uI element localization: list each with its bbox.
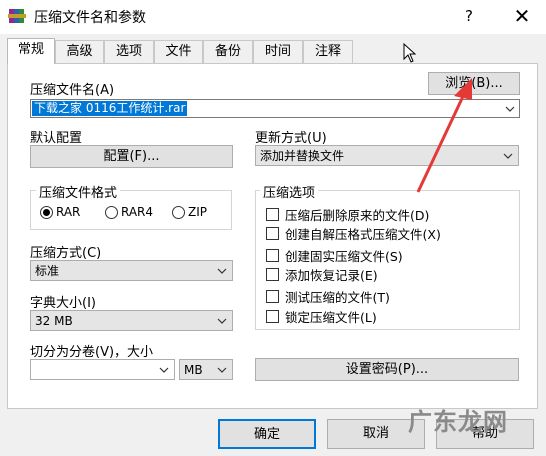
chevron-down-icon: [216, 311, 228, 330]
update-mode-label: 更新方式(U): [255, 131, 327, 146]
tab-general[interactable]: 常规: [7, 38, 55, 64]
checkbox-test-files[interactable]: 测试压缩的文件(T): [266, 287, 390, 306]
close-button[interactable]: ✕: [506, 4, 538, 28]
tab-time[interactable]: 时间: [253, 40, 303, 63]
tab-files[interactable]: 文件: [154, 40, 203, 63]
checkbox-label: 压缩后删除原来的文件(D): [285, 208, 430, 223]
tab-advanced[interactable]: 高级: [55, 40, 104, 63]
chevron-down-icon[interactable]: [505, 100, 515, 117]
default-profile-label: 默认配置: [30, 131, 83, 146]
checkbox-recovery-record[interactable]: 添加恢复记录(E): [266, 265, 378, 284]
split-volume-size-input[interactable]: [30, 359, 175, 380]
watermark: 广东龙网: [408, 408, 508, 436]
archive-name-label: 压缩文件名(A): [30, 83, 115, 98]
checkbox-label: 测试压缩的文件(T): [285, 290, 390, 305]
dictionary-size-label: 字典大小(I): [30, 296, 96, 311]
checkbox-label: 创建自解压格式压缩文件(X): [285, 227, 441, 242]
checkbox-icon: [266, 249, 279, 262]
radio-zip[interactable]: ZIP: [172, 205, 207, 219]
chevron-down-icon: [502, 146, 514, 165]
checkbox-label: 添加恢复记录(E): [285, 268, 378, 283]
compression-method-value: 标准: [35, 264, 60, 278]
annotation-arrow-icon: [410, 76, 480, 196]
radio-rar4-label: RAR4: [121, 205, 154, 219]
chevron-down-icon: [216, 261, 228, 280]
checkbox-sfx[interactable]: 创建自解压格式压缩文件(X): [266, 224, 441, 243]
mouse-cursor-icon: [403, 42, 417, 63]
tab-comment[interactable]: 注释: [303, 40, 353, 63]
radio-rar-label: RAR: [56, 205, 81, 219]
profiles-button[interactable]: 配置(F)...: [30, 145, 233, 168]
radio-rar[interactable]: RAR: [40, 205, 80, 219]
compression-method-select[interactable]: 标准: [30, 260, 233, 281]
ok-button[interactable]: 确定: [218, 419, 316, 449]
chevron-down-icon: [216, 360, 228, 379]
dictionary-size-value: 32 MB: [35, 313, 73, 328]
winrar-books-icon: [8, 7, 26, 25]
set-password-button[interactable]: 设置密码(P)...: [255, 358, 519, 381]
checkbox-icon: [266, 310, 279, 323]
checkbox-icon: [266, 227, 279, 240]
archive-format-label: 压缩文件格式: [36, 182, 121, 201]
archive-name-value: 下载之家 0116工作统计.rar: [32, 101, 188, 116]
help-title-button[interactable]: ?: [455, 4, 483, 28]
split-volume-unit-select[interactable]: MB: [179, 359, 233, 380]
checkbox-icon: [266, 290, 279, 303]
checkbox-solid[interactable]: 创建固实压缩文件(S): [266, 246, 403, 265]
update-mode-value: 添加并替换文件: [260, 149, 345, 163]
chevron-down-icon: [158, 360, 170, 379]
checkbox-delete-after[interactable]: 压缩后删除原来的文件(D): [266, 205, 429, 224]
radio-zip-label: ZIP: [188, 205, 207, 219]
radio-button-icon: [40, 205, 53, 219]
checkbox-icon: [266, 268, 279, 281]
checkbox-lock-archive[interactable]: 锁定压缩文件(L): [266, 307, 377, 326]
radio-button-icon: [172, 205, 185, 219]
radio-rar4[interactable]: RAR4: [105, 205, 153, 219]
compression-method-label: 压缩方式(C): [30, 246, 102, 261]
tab-backup[interactable]: 备份: [203, 40, 253, 63]
tab-options[interactable]: 选项: [104, 40, 154, 63]
window-title: 压缩文件名和参数: [34, 10, 146, 26]
split-volumes-label: 切分为分卷(V)，大小: [30, 345, 154, 360]
dictionary-size-select[interactable]: 32 MB: [30, 310, 233, 331]
checkbox-label: 创建固实压缩文件(S): [285, 249, 403, 264]
radio-button-icon: [105, 205, 118, 219]
archiving-options-label: 压缩选项: [260, 182, 319, 201]
split-volume-unit-value: MB: [184, 362, 203, 377]
checkbox-icon: [266, 208, 279, 221]
checkbox-label: 锁定压缩文件(L): [285, 310, 377, 325]
